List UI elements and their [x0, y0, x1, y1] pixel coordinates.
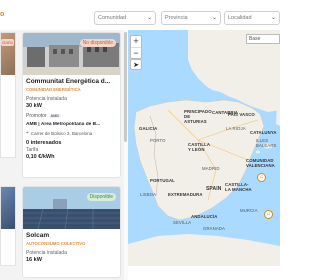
project-marker-icon[interactable]: ⌂ — [264, 210, 273, 219]
top-bar: o Comunidad ⌄ Provincia ⌄ Localidad ⌄ — [0, 0, 280, 30]
project-list: ctorio No disponible Communitat Energèti… — [0, 30, 124, 280]
project-card[interactable]: Disponible Solcam AUTOCONSUMO COLECTIVO … — [22, 186, 121, 278]
map-label: LISBOA — [140, 192, 157, 197]
card-photo: No disponible — [23, 33, 120, 75]
map-label: CASTILLA Y LEÓN — [188, 142, 210, 152]
map-label: PORTO — [150, 138, 166, 143]
tariff-value: 0,10 €/kWh — [26, 154, 55, 160]
project-marker-icon[interactable]: ⌂ — [257, 173, 266, 182]
map-label: GALICIA — [139, 126, 158, 131]
card-type: AUTOCONSUMO COLECTIVO — [26, 241, 86, 246]
status-badge: Disponible — [86, 193, 116, 201]
filter-localidad[interactable]: Localidad ⌄ — [224, 11, 280, 25]
map-layer-label: Base — [249, 36, 261, 42]
interested-count: 0 interesados — [26, 140, 62, 146]
chevron-down-icon: ⌄ — [146, 15, 152, 21]
map-view[interactable]: GALICIA PRINCIPADO DE ASTURIAS CANTABRIA… — [128, 30, 280, 266]
map-label: PRINCIPADO DE ASTURIAS — [184, 109, 212, 124]
logo: o — [0, 11, 5, 18]
card-photo — [1, 187, 15, 229]
power-label: Potencia instalada — [26, 250, 67, 256]
navigation-arrow-icon: ➤ — [133, 62, 139, 69]
tariff-label: Tarifa — [26, 147, 39, 153]
bottom-bar — [128, 266, 280, 280]
project-card-partial[interactable] — [0, 186, 16, 266]
list-scrollbar[interactable] — [124, 32, 127, 142]
filter-comunidad-label: Comunidad — [98, 15, 127, 21]
project-card[interactable]: No disponible Communitat Energètica d...… — [22, 32, 121, 178]
promoter-value: AMB | Àrea Metropolitana de B... — [26, 122, 101, 127]
filter-provincia[interactable]: Provincia ⌄ — [161, 11, 221, 25]
locate-button[interactable]: ➤ — [130, 59, 142, 70]
map-label: SPAIN — [206, 186, 222, 192]
map-layer-select[interactable]: Base — [246, 34, 280, 44]
address-row: ⌖ Carrer de Bolsico 3, Barcelona — [26, 130, 117, 136]
power-value: 16 kW — [26, 257, 42, 263]
map-label: CASTILLA-LA MANCHA — [225, 182, 252, 192]
chevron-down-icon: ⌄ — [211, 15, 217, 21]
power-label: Potencia instalada — [26, 96, 67, 102]
zoom-controls: + − — [130, 35, 142, 59]
map-label: ILLES BALEARS — [256, 138, 277, 148]
card-title[interactable]: Solcam — [26, 232, 117, 240]
location-pin-icon: ⌖ — [26, 130, 29, 136]
status-badge: No disponible — [79, 39, 116, 47]
promoter-label: Promotor — [26, 113, 47, 119]
map-label: PAÍS VASCO — [228, 112, 255, 117]
map-label: SEVILLA — [173, 220, 192, 225]
app-root: o Comunidad ⌄ Provincia ⌄ Localidad ⌄ ct… — [0, 0, 280, 280]
map-label: MURCIA — [240, 208, 258, 213]
chevron-down-icon: ⌄ — [270, 15, 276, 21]
project-card-partial[interactable]: ctorio — [0, 32, 16, 158]
card-address: Carrer de Bolsico 3, Barcelona — [30, 130, 93, 136]
map-label: ANDALUCÍA — [191, 214, 218, 219]
map-label: MADRID — [202, 166, 220, 171]
map-label: PORTUGAL — [150, 178, 175, 183]
filter-comunidad[interactable]: Comunidad ⌄ — [94, 11, 156, 25]
card-photo: Disponible — [23, 187, 120, 229]
map-label: COMUNIDAD VALENCIANA — [246, 158, 275, 168]
zoom-in-button[interactable]: + — [131, 36, 141, 47]
card-title[interactable]: Communitat Energètica d... — [26, 78, 117, 86]
power-value: 30 kW — [26, 103, 42, 109]
promoter-row: Promotor AMB — [26, 113, 117, 119]
map-label: EXTREMADURA — [168, 192, 203, 197]
map-label: CATALUNYA — [250, 130, 277, 135]
promoter-logo-icon: AMB — [48, 114, 61, 118]
map-label: LA RIOJA — [226, 126, 246, 131]
zoom-out-button[interactable]: − — [131, 47, 141, 58]
map-label: GRANADA — [203, 226, 225, 231]
partial-badge: ctorio — [1, 39, 15, 46]
card-type: COMUNIDAD ENERGÉTICA — [26, 87, 81, 92]
filter-provincia-label: Provincia — [165, 15, 188, 21]
filter-localidad-label: Localidad — [228, 15, 252, 21]
